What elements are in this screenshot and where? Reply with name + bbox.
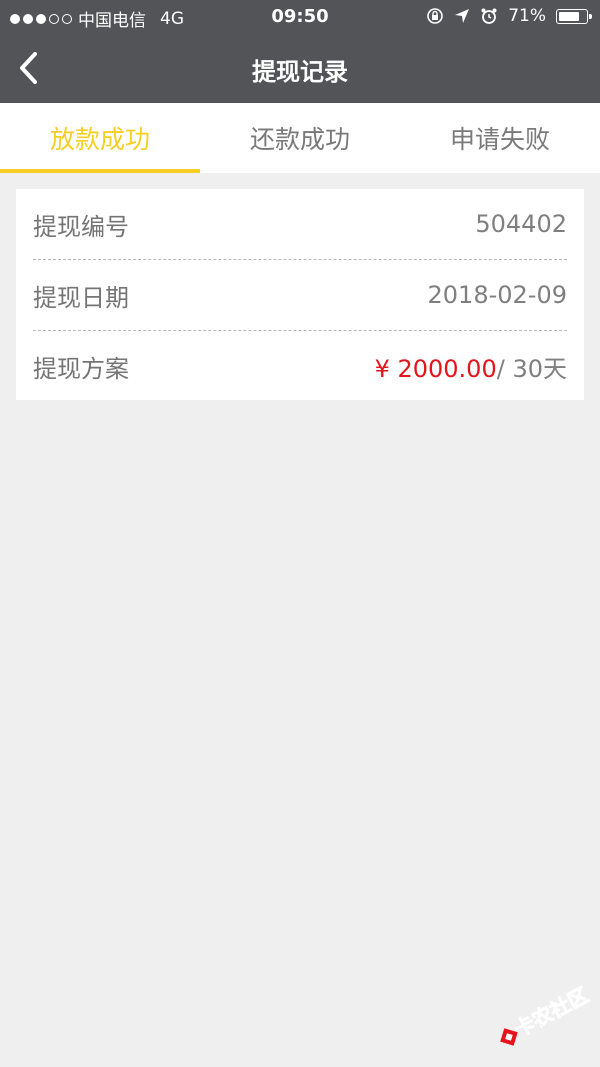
battery-percent: 71% [508,6,546,26]
record-number-value: 504402 [475,210,567,238]
record-date-value: 2018-02-09 [427,281,567,309]
plan-amount: ¥ 2000.00 [374,354,497,383]
record-date-label: 提现日期 [33,283,129,312]
tab-repay-success[interactable]: 还款成功 [200,103,400,173]
rotation-lock-icon [427,8,444,24]
status-right: 71% [426,6,592,26]
record-plan-value: ¥ 2000.00/ 30天 [375,349,567,384]
tab-label: 还款成功 [249,125,350,154]
tab-label: 放款成功 [49,125,150,154]
battery-icon [556,8,592,24]
plan-term: / 30天 [496,354,567,383]
location-arrow-icon [455,9,470,23]
record-date-row: 提现日期 2018-02-09 [16,260,584,330]
active-tab-indicator [0,169,200,173]
record-number-row: 提现编号 504402 [16,189,584,259]
tab-apply-failed[interactable]: 申请失败 [400,103,600,173]
alarm-icon [481,8,497,24]
svg-text:卡农社区: 卡农社区 [510,984,592,1042]
status-bar: 中国电信 4G 09:50 71% [0,0,600,34]
record-number-label: 提现编号 [33,212,129,241]
header: 中国电信 4G 09:50 71% 提现记录 [0,0,600,103]
nav-bar: 提现记录 [0,34,600,103]
tab-label: 申请失败 [449,125,550,154]
watermark-logo: 卡农社区 [500,984,592,1046]
withdrawal-record-card[interactable]: 提现编号 504402 提现日期 2018-02-09 提现方案 ¥ 2000.… [16,189,584,400]
page-title: 提现记录 [252,58,348,86]
record-plan-row: 提现方案 ¥ 2000.00/ 30天 [16,331,584,401]
tab-bar: 放款成功 还款成功 申请失败 [0,103,600,173]
record-plan-label: 提现方案 [33,354,129,383]
tab-loan-success[interactable]: 放款成功 [0,103,200,173]
